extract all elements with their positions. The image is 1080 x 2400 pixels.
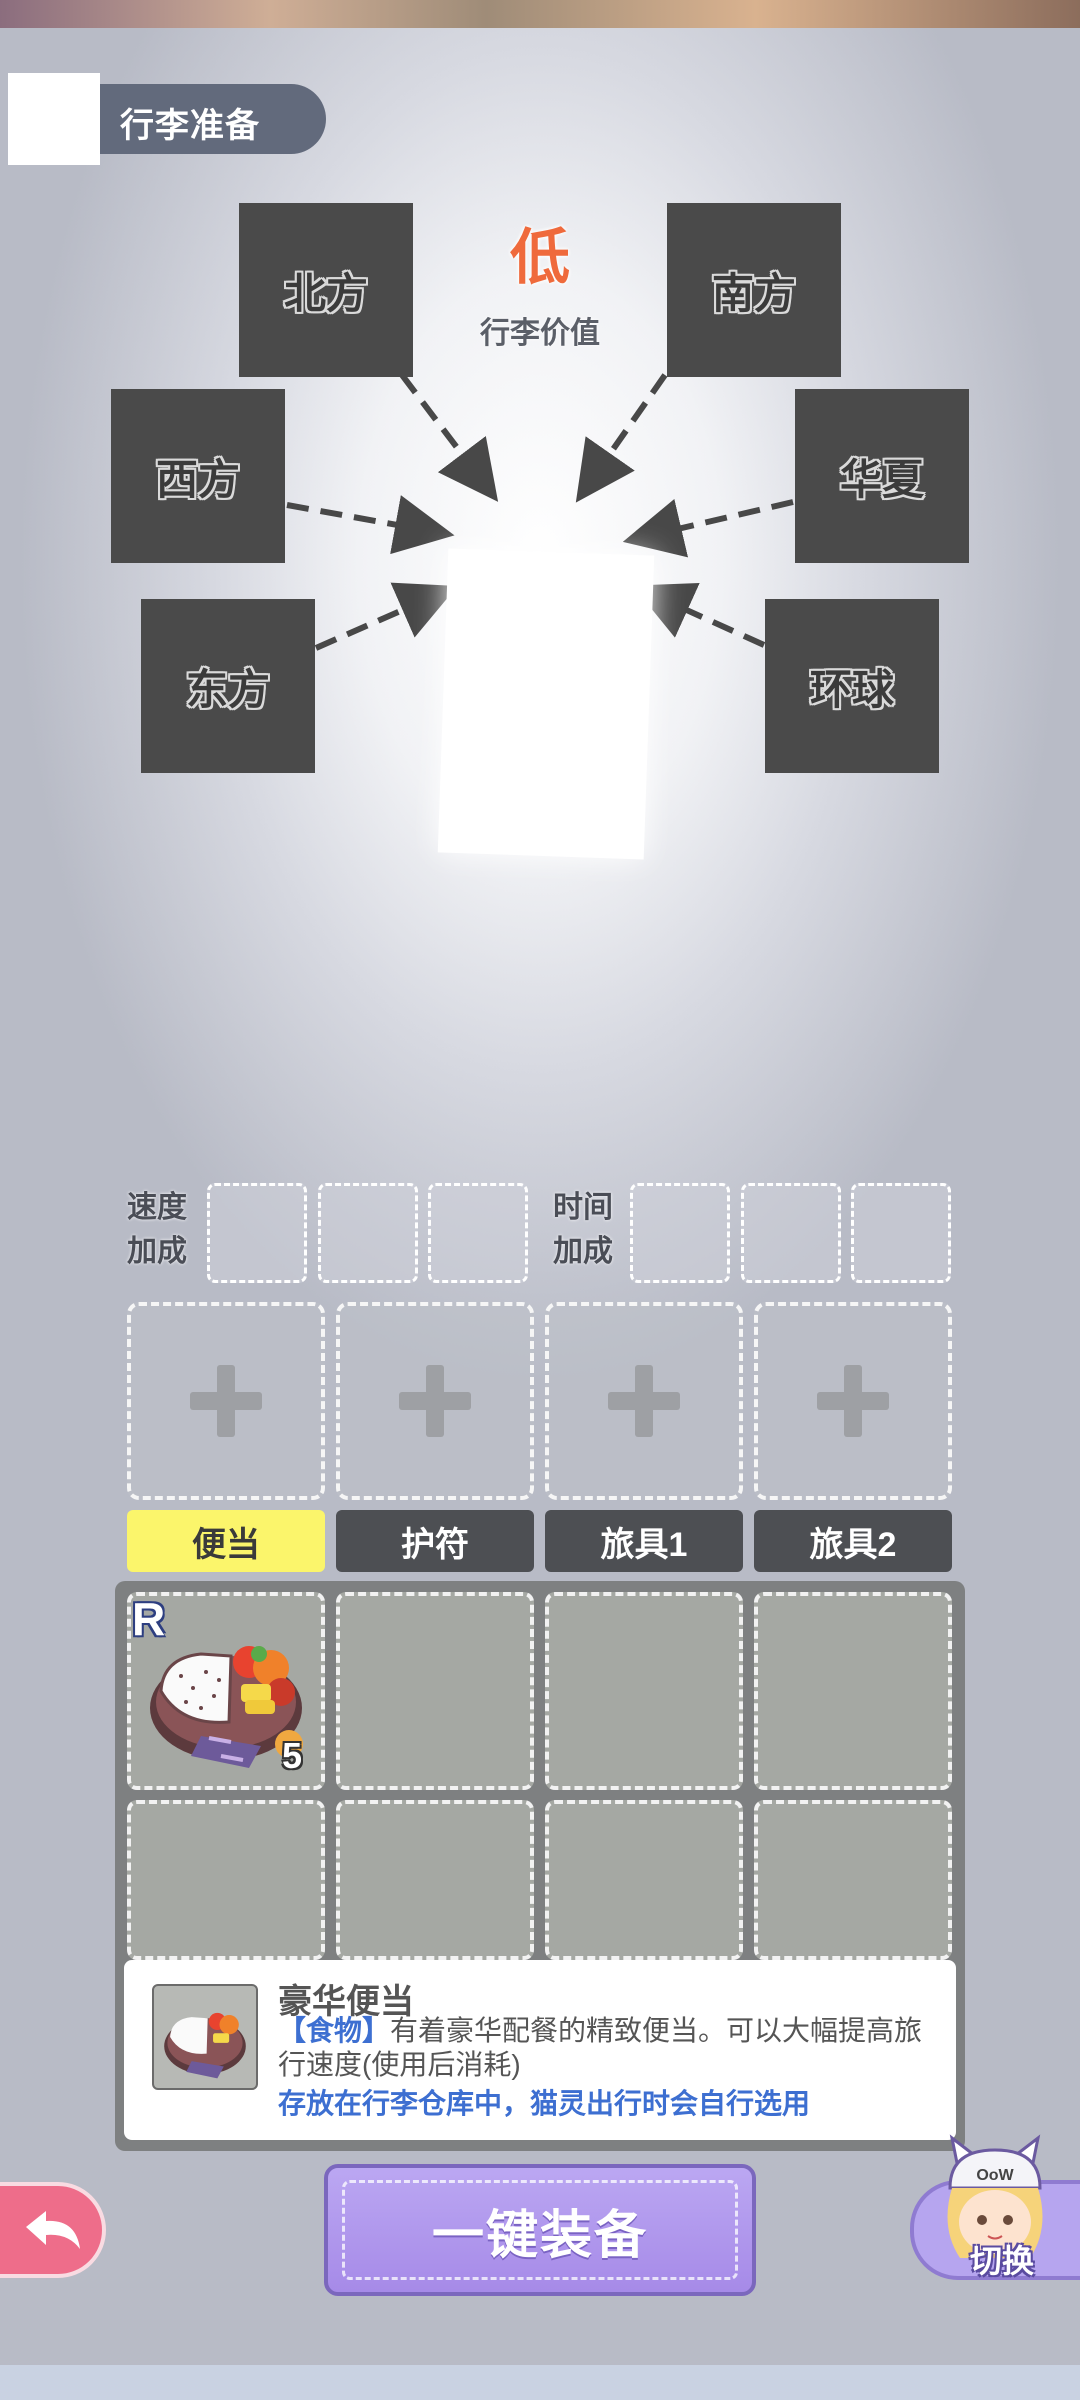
equip-slot-gear-1[interactable] [545, 1302, 743, 1500]
speed-bonus-label: 速度 加成 [127, 1191, 187, 1268]
item-description-card: 豪华便当 【食物】有着豪华配餐的精致便当。可以大幅提高旅行速度(使用后消耗) 存… [124, 1960, 956, 2140]
region-east[interactable]: 东方 [141, 599, 315, 773]
equip-slot-charm[interactable] [336, 1302, 534, 1500]
baggage-preview-card [437, 548, 655, 860]
item-thumbnail [152, 1984, 258, 2090]
region-west[interactable]: 西方 [111, 389, 285, 563]
region-huaxia[interactable]: 华夏 [795, 389, 969, 563]
item-category-tag: 【食物】 [278, 2015, 391, 2046]
item-storage-note: 存放在行李仓库中，猫灵出行时会自行选用 [278, 2088, 811, 2119]
region-north[interactable]: 北方 [239, 203, 413, 377]
tab-gear-2[interactable]: 旅具2 [754, 1510, 952, 1572]
equip-all-button[interactable]: 一键装备 [324, 2164, 756, 2296]
bottom-strip [0, 2365, 1080, 2400]
time-bonus-slot [851, 1183, 951, 1283]
speed-bonus-slot [207, 1183, 307, 1283]
inventory-slot[interactable] [545, 1800, 743, 1960]
speed-bonus-slot [318, 1183, 418, 1283]
inventory-slot[interactable] [754, 1800, 952, 1960]
item-description: 【食物】有着豪华配餐的精致便当。可以大幅提高旅行速度(使用后消耗) [278, 2014, 938, 2082]
inventory-slot[interactable] [336, 1800, 534, 1960]
page-title: 行李准备 [120, 107, 260, 145]
baggage-value-level: 低 [510, 224, 570, 291]
top-banner-strip [0, 0, 1080, 28]
baggage-value-label: 行李价值 [480, 317, 600, 350]
square-placeholder-icon [8, 73, 100, 165]
item-rarity-badge: R [132, 1593, 166, 1645]
back-button[interactable] [0, 2182, 106, 2278]
inventory-slot[interactable] [127, 1800, 325, 1960]
tab-charm[interactable]: 护符 [336, 1510, 534, 1572]
time-bonus-slot [741, 1183, 841, 1283]
region-south[interactable]: 南方 [667, 203, 841, 377]
tab-gear-1[interactable]: 旅具1 [545, 1510, 743, 1572]
inventory-slot[interactable] [754, 1592, 952, 1790]
equip-slot-gear-2[interactable] [754, 1302, 952, 1500]
region-global[interactable]: 环球 [765, 599, 939, 773]
plus-icon [608, 1365, 680, 1437]
equip-all-label: 一键装备 [431, 2206, 648, 2265]
equip-slot-bento[interactable] [127, 1302, 325, 1500]
inventory-slot[interactable] [336, 1592, 534, 1790]
time-bonus-slot [630, 1183, 730, 1283]
bento-box-icon [164, 2012, 246, 2079]
plus-icon [817, 1365, 889, 1437]
plus-icon [399, 1365, 471, 1437]
time-bonus-label: 时间 加成 [553, 1191, 613, 1268]
item-count: 5 [282, 1735, 303, 1776]
switch-label: 切换 [970, 2243, 1035, 2279]
inventory-slot[interactable] [545, 1592, 743, 1790]
tab-bento[interactable]: 便当 [127, 1510, 325, 1572]
speed-bonus-slot [428, 1183, 528, 1283]
plus-icon [190, 1365, 262, 1437]
back-arrow-icon [26, 2211, 80, 2249]
svg-text:OoW: OoW [976, 2167, 1014, 2184]
